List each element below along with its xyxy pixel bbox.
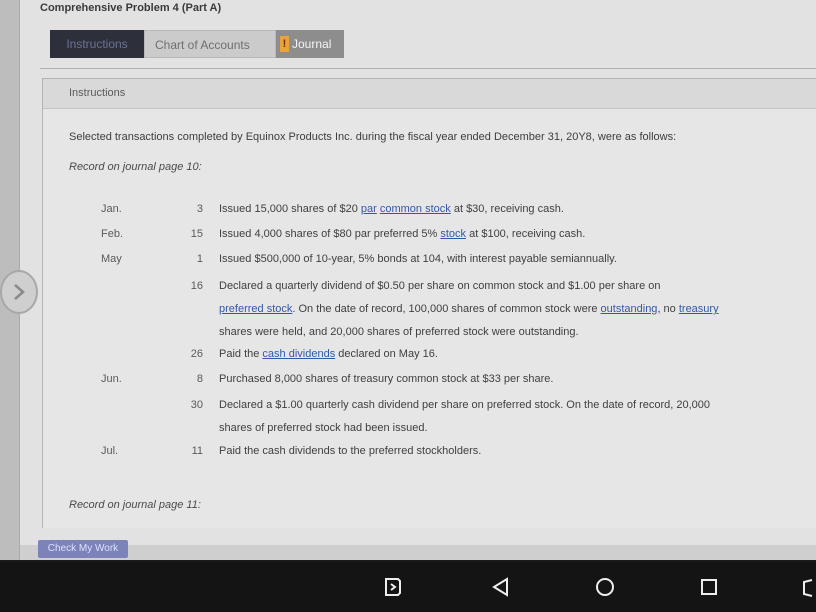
description-line: Declared a $1.00 quarterly cash dividend… xyxy=(219,394,779,417)
description-text: Issued 4,000 shares of $80 par preferred… xyxy=(219,228,441,240)
description-text: Purchased 8,000 shares of treasury commo… xyxy=(219,373,554,385)
transaction-description: Paid the cash dividends to the preferred… xyxy=(219,440,779,463)
transaction-description: Declared a quarterly dividend of $0.50 p… xyxy=(219,275,779,344)
glossary-link[interactable]: outstanding xyxy=(601,303,658,315)
glossary-link[interactable]: common stock xyxy=(380,203,451,215)
tab-bar: Instructions Chart of Accounts ! Journal xyxy=(50,30,344,58)
tab-instructions[interactable]: Instructions xyxy=(50,30,144,58)
check-my-work-button[interactable]: Check My Work xyxy=(38,540,128,558)
description-line: Paid the cash dividends declared on May … xyxy=(219,343,779,366)
description-text: , no xyxy=(657,303,679,315)
side-expand-button[interactable] xyxy=(0,270,38,314)
browser-screen: Comprehensive Problem 4 (Part A) Instruc… xyxy=(0,0,816,560)
description-line: Declared a quarterly dividend of $0.50 p… xyxy=(219,275,779,298)
transaction-description: Issued 4,000 shares of $80 par preferred… xyxy=(219,223,779,246)
transaction-day: 3 xyxy=(196,203,203,215)
transaction-day: 26 xyxy=(190,348,203,360)
description-text: declared on May 16. xyxy=(335,348,438,360)
description-line: Paid the cash dividends to the preferred… xyxy=(219,440,779,463)
keyboard-edge-icon xyxy=(803,579,813,597)
description-text: at $100, receiving cash. xyxy=(466,228,586,240)
description-text: Paid the xyxy=(219,348,263,360)
transaction-day: 8 xyxy=(196,373,203,385)
home-circle-icon xyxy=(596,578,614,596)
transaction-month: Jul. xyxy=(101,445,119,457)
description-line: Issued $500,000 of 10-year, 5% bonds at … xyxy=(219,248,779,271)
description-text: Declared a quarterly dividend of $0.50 p… xyxy=(219,280,661,292)
recents-square-icon xyxy=(701,579,717,595)
description-text: shares of preferred stock had been issue… xyxy=(219,422,428,434)
transaction-description: Issued 15,000 shares of $20 par common s… xyxy=(219,198,779,221)
record-page-10: Record on journal page 10: xyxy=(69,161,202,173)
description-text: shares were held, and 20,000 shares of p… xyxy=(219,326,579,338)
tab-chart-of-accounts[interactable]: Chart of Accounts xyxy=(144,30,276,58)
back-triangle-icon xyxy=(492,577,508,597)
glossary-link[interactable]: cash dividends xyxy=(262,348,335,360)
home-button[interactable] xyxy=(592,574,618,600)
description-line: preferred stock. On the date of record, … xyxy=(219,298,779,321)
tab-journal-label: Journal xyxy=(292,37,332,51)
android-nav-bar xyxy=(0,562,816,612)
transaction-month: Jun. xyxy=(101,373,122,385)
cast-button[interactable] xyxy=(380,574,406,600)
glossary-link[interactable]: stock xyxy=(440,228,466,240)
description-text: at $30, receiving cash. xyxy=(450,203,564,215)
cast-icon xyxy=(385,578,401,596)
divider xyxy=(40,68,816,69)
glossary-link[interactable]: preferred stock xyxy=(219,303,292,315)
description-line: Issued 15,000 shares of $20 par common s… xyxy=(219,198,779,221)
intro-text: Selected transactions completed by Equin… xyxy=(69,131,677,143)
transaction-day: 11 xyxy=(191,445,203,457)
transaction-description: Purchased 8,000 shares of treasury commo… xyxy=(219,368,779,391)
description-line: shares of preferred stock had been issue… xyxy=(219,417,779,440)
transaction-month: May xyxy=(101,253,122,265)
keyboard-button[interactable] xyxy=(790,574,816,600)
tab-journal[interactable]: ! Journal xyxy=(276,30,344,58)
chevron-right-icon xyxy=(14,284,25,300)
glossary-link[interactable]: par xyxy=(361,203,377,215)
instructions-panel: Instructions Selected transactions compl… xyxy=(42,78,816,528)
transaction-day: 30 xyxy=(190,399,203,411)
transaction-day: 16 xyxy=(190,280,203,292)
back-button[interactable] xyxy=(488,574,514,600)
description-text: Issued $500,000 of 10-year, 5% bonds at … xyxy=(219,253,617,265)
transaction-month: Feb. xyxy=(101,228,124,240)
description-text: Declared a $1.00 quarterly cash dividend… xyxy=(219,399,711,411)
record-page-11: Record on journal page 11: xyxy=(69,499,201,511)
description-text: Paid the cash dividends to the preferred… xyxy=(219,445,482,457)
warning-icon: ! xyxy=(280,36,289,52)
transaction-month: Jan. xyxy=(101,203,122,215)
glossary-link[interactable]: treasury xyxy=(679,303,719,315)
description-line: Purchased 8,000 shares of treasury commo… xyxy=(219,368,779,391)
panel-header: Instructions xyxy=(43,79,816,109)
recents-button[interactable] xyxy=(696,574,722,600)
description-line: shares were held, and 20,000 shares of p… xyxy=(219,321,779,344)
description-text: Issued 15,000 shares of $20 xyxy=(219,203,361,215)
problem-title: Comprehensive Problem 4 (Part A) xyxy=(40,2,222,14)
transaction-day: 15 xyxy=(190,228,203,240)
description-text: . On the date of record, 100,000 shares … xyxy=(292,303,601,315)
transaction-day: 1 xyxy=(196,253,203,265)
transaction-description: Paid the cash dividends declared on May … xyxy=(219,343,779,366)
transaction-description: Issued $500,000 of 10-year, 5% bonds at … xyxy=(219,248,779,271)
description-line: Issued 4,000 shares of $80 par preferred… xyxy=(219,223,779,246)
transaction-description: Declared a $1.00 quarterly cash dividend… xyxy=(219,394,779,440)
